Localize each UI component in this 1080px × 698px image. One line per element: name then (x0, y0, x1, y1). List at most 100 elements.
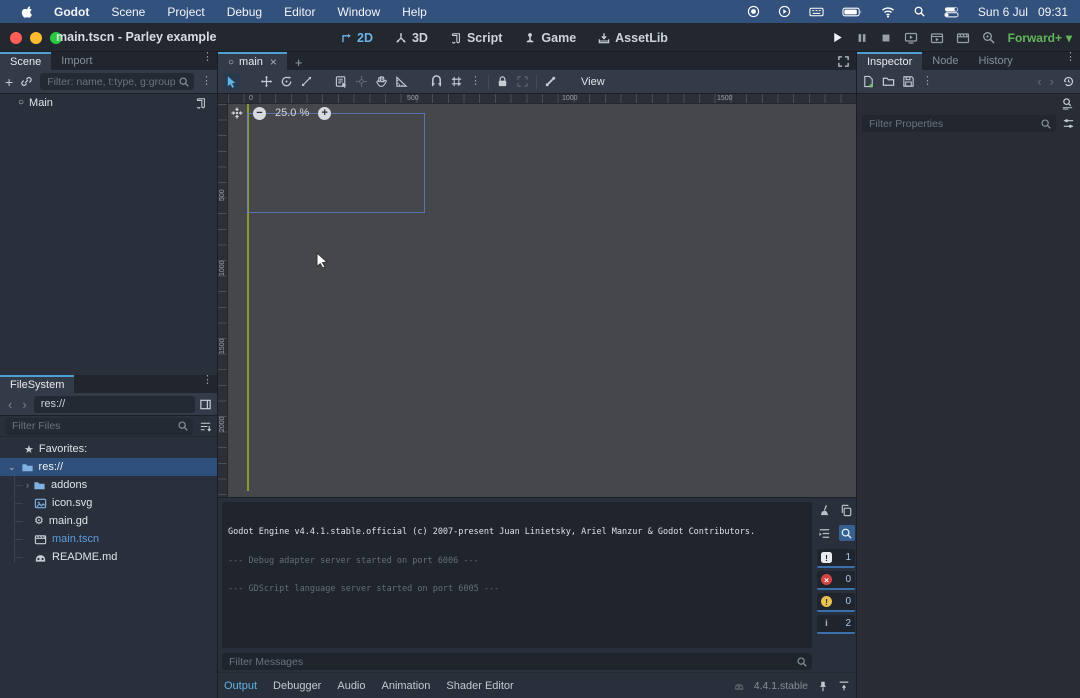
pin-bottom-panel-icon[interactable] (817, 680, 829, 692)
bottom-tab-shader-editor[interactable]: Shader Editor (446, 680, 513, 692)
expand-arrow-icon[interactable]: › (26, 480, 29, 490)
scene-node-main[interactable]: ○ Main (0, 94, 217, 111)
tab-history[interactable]: History (969, 52, 1023, 70)
battery-icon[interactable] (833, 6, 872, 18)
workspace-2d[interactable]: 2D (340, 31, 373, 45)
snap-options-menu-icon[interactable]: ⋮ (470, 78, 481, 85)
path-input[interactable] (34, 396, 195, 413)
file-row-main-gd[interactable]: ⚙ main.gd (0, 512, 217, 530)
center-view-icon[interactable] (230, 106, 244, 120)
toggle-warnings-badge[interactable]: ! 0 (817, 593, 855, 612)
sort-files-icon[interactable] (199, 420, 212, 433)
toggle-split-mode-icon[interactable] (199, 398, 212, 411)
file-row-main-tscn[interactable]: main.tscn (0, 530, 217, 548)
menu-app-godot[interactable]: Godot (43, 5, 100, 19)
add-node-button[interactable]: + (5, 74, 13, 90)
collapse-arrow-icon[interactable]: ⌄ (8, 462, 16, 473)
spotlight-search-icon[interactable] (904, 5, 935, 18)
menu-scene[interactable]: Scene (100, 5, 156, 19)
close-scene-tab-icon[interactable]: × (270, 55, 277, 69)
scale-mode-button[interactable] (300, 75, 313, 88)
control-center-icon[interactable] (935, 6, 968, 18)
workspace-3d[interactable]: 3D (395, 31, 428, 45)
scene-tree-menu-icon[interactable]: ⋮ (201, 78, 212, 85)
scene-filter-input[interactable] (40, 73, 194, 90)
tab-import[interactable]: Import (51, 52, 102, 70)
menu-editor[interactable]: Editor (273, 5, 326, 19)
open-docs-icon[interactable] (1061, 97, 1074, 110)
filter-messages-input[interactable] (222, 653, 812, 670)
tab-inspector[interactable]: Inspector (857, 52, 922, 70)
zoom-reset-button[interactable]: 25.0 % (275, 107, 309, 119)
load-resource-icon[interactable] (882, 75, 895, 88)
zoom-in-button[interactable]: + (318, 107, 331, 120)
menu-debug[interactable]: Debug (216, 5, 273, 19)
grid-snap-toggle[interactable] (450, 75, 463, 88)
ruler-mode-button[interactable] (395, 75, 408, 88)
rotate-mode-button[interactable] (280, 75, 293, 88)
zoom-out-button[interactable]: − (253, 107, 266, 120)
new-scene-tab-button[interactable]: + (287, 55, 311, 70)
nav-forward-icon[interactable]: › (19, 397, 29, 412)
minimize-window-button[interactable] (30, 32, 42, 44)
move-mode-button[interactable] (260, 75, 273, 88)
save-resource-icon[interactable] (902, 75, 915, 88)
group-selected-button[interactable] (516, 75, 529, 88)
filter-files-input[interactable] (5, 418, 193, 435)
play-scene-button[interactable] (930, 31, 944, 45)
select-mode-button[interactable] (223, 73, 240, 90)
pan-mode-button[interactable] (375, 75, 388, 88)
version-label[interactable]: 4.4.1.stable (754, 680, 808, 692)
stop-button[interactable] (880, 32, 892, 44)
filesystem-menu-icon[interactable]: ⋮ (202, 377, 213, 384)
workspace-script[interactable]: Script (450, 31, 502, 45)
close-window-button[interactable] (10, 32, 22, 44)
menu-project[interactable]: Project (156, 5, 215, 19)
file-row-readme[interactable]: README.md (0, 548, 217, 566)
nav-back-icon[interactable]: ‹ (5, 397, 15, 412)
output-log[interactable]: Godot Engine v4.4.1.stable.official (c) … (222, 502, 812, 648)
bottom-tab-audio[interactable]: Audio (337, 680, 365, 692)
tab-scene[interactable]: Scene (0, 52, 51, 70)
scene-panel-menu-icon[interactable]: ⋮ (202, 54, 213, 61)
scene-tab-main[interactable]: ○ main × (218, 52, 287, 70)
clear-log-icon[interactable] (819, 504, 832, 517)
file-row-icon-svg[interactable]: icon.svg (0, 494, 217, 512)
toggle-errors-badge[interactable]: × 0 (817, 571, 855, 590)
new-resource-icon[interactable] (862, 75, 875, 88)
history-back-icon[interactable]: ‹ (1037, 74, 1041, 89)
menubar-date[interactable]: Sun 6 Jul (968, 5, 1028, 19)
show-search-icon[interactable] (839, 525, 855, 541)
workspace-assetlib[interactable]: AssetLib (598, 31, 668, 45)
toggle-messages-badge[interactable]: ! 1 (817, 549, 855, 568)
wifi-icon[interactable] (872, 6, 904, 18)
file-row-addons[interactable]: › addons (0, 476, 217, 494)
edit-history-icon[interactable] (1062, 75, 1075, 88)
expand-bottom-panel-icon[interactable] (838, 680, 850, 692)
play-custom-scene-button[interactable] (956, 31, 970, 45)
tab-filesystem[interactable]: FileSystem (0, 375, 74, 393)
collapse-duplicates-icon[interactable] (818, 525, 831, 541)
menubar-time[interactable]: 09:31 (1028, 5, 1068, 19)
resource-options-icon[interactable]: ⋮ (922, 78, 933, 85)
movie-maker-button[interactable] (982, 31, 996, 45)
screen-mirroring-icon[interactable] (769, 5, 800, 18)
pivot-mode-button[interactable] (355, 75, 368, 88)
menu-help[interactable]: Help (391, 5, 438, 19)
list-select-button[interactable] (335, 75, 348, 88)
renderer-dropdown[interactable]: Forward+▾ (1008, 31, 1072, 45)
property-filter-options-icon[interactable] (1062, 117, 1075, 130)
bottom-tab-animation[interactable]: Animation (382, 680, 431, 692)
apple-menu-icon[interactable] (12, 5, 43, 19)
keyboard-icon[interactable] (800, 6, 833, 18)
attached-script-icon[interactable] (195, 97, 207, 109)
bottom-tab-debugger[interactable]: Debugger (273, 680, 321, 692)
bottom-tab-output[interactable]: Output (224, 680, 257, 692)
play-button[interactable] (831, 31, 844, 44)
record-status-icon[interactable] (738, 5, 769, 18)
smart-snap-toggle[interactable] (430, 75, 443, 88)
view-menu-button[interactable]: View (581, 76, 605, 88)
favorites-row[interactable]: ★ Favorites: (0, 440, 217, 458)
instance-scene-button[interactable] (20, 75, 33, 88)
tab-node[interactable]: Node (922, 52, 968, 70)
